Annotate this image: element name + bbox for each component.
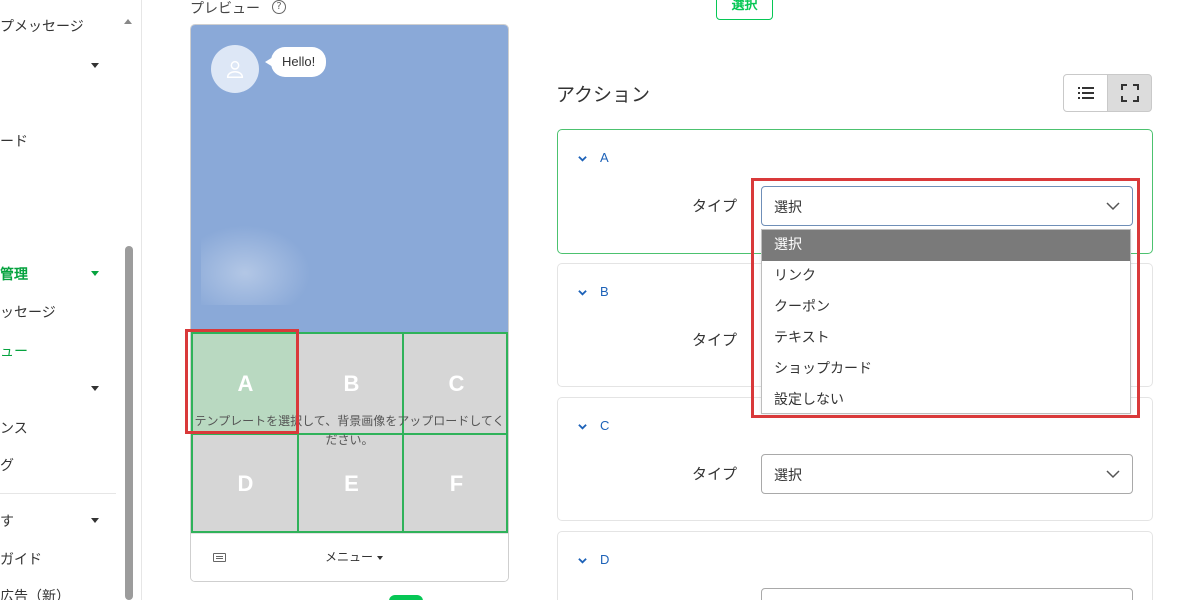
menu-toggle[interactable]: メニュー: [325, 548, 373, 565]
card-letter: A: [600, 150, 609, 165]
card-letter: C: [600, 418, 610, 433]
user-icon: [226, 60, 244, 78]
avatar: [211, 45, 259, 93]
list-icon: [1077, 87, 1094, 99]
collapse-up-icon[interactable]: [124, 19, 132, 24]
expand-view-button[interactable]: [1107, 74, 1152, 112]
sidebar-item-log[interactable]: グ: [0, 455, 14, 475]
toggle-switch[interactable]: [389, 595, 423, 600]
chevron-down-icon[interactable]: [91, 386, 99, 391]
chevron-down-icon[interactable]: [578, 556, 587, 565]
sidebar-item-response[interactable]: ンス: [0, 418, 28, 438]
menu-bar: メニュー: [191, 533, 508, 581]
sidebar-item-management[interactable]: 管理: [0, 264, 28, 284]
chevron-down-icon[interactable]: [578, 288, 587, 297]
chevron-down-icon[interactable]: [91, 63, 99, 68]
preview-background: Hello!: [191, 25, 508, 335]
chevron-down-icon[interactable]: [91, 271, 99, 276]
select-value: 選択: [774, 468, 802, 484]
chat-bubble: Hello!: [264, 47, 327, 77]
card-letter: D: [600, 552, 610, 567]
select-template-button[interactable]: 選択: [716, 0, 773, 20]
highlight-cell-a: [185, 329, 299, 434]
card-letter: B: [600, 284, 609, 299]
sidebar-item-card[interactable]: ード: [0, 131, 28, 151]
sidebar-item-ads[interactable]: 広告（新）: [0, 586, 70, 600]
keyboard-icon[interactable]: [213, 553, 226, 562]
chevron-down-icon[interactable]: [91, 518, 99, 523]
cloud-decoration: [201, 225, 311, 305]
type-label: タイプ: [692, 197, 738, 215]
chevron-down-icon[interactable]: [377, 556, 383, 560]
highlight-dropdown: [751, 178, 1140, 418]
sidebar-item-misc[interactable]: す: [0, 511, 14, 531]
sidebar-item-menu[interactable]: ュー: [0, 341, 28, 361]
type-select-d[interactable]: 選択: [761, 588, 1133, 600]
chevron-down-icon[interactable]: [578, 154, 587, 163]
preview-label: プレビュー: [190, 1, 260, 17]
expand-icon: [1120, 84, 1139, 102]
sidebar-item-message[interactable]: プメッセージ: [0, 16, 84, 36]
phone-preview: Hello! A B C D E F テンプレートを選択して、背景画像をアップロ…: [190, 24, 509, 582]
sidebar-divider: [0, 493, 116, 494]
type-label: タイプ: [692, 465, 738, 483]
chevron-down-icon[interactable]: [578, 422, 587, 431]
type-label: タイプ: [692, 331, 738, 349]
list-view-button[interactable]: [1063, 74, 1108, 112]
sidebar: プメッセージ ード 管理 ッセージ ュー ンス グ す ガイド 広告（新）: [0, 0, 142, 600]
type-select-c[interactable]: 選択: [761, 454, 1133, 494]
help-icon[interactable]: ?: [272, 0, 286, 14]
sidebar-scrollbar[interactable]: [125, 246, 133, 600]
sidebar-item-guide[interactable]: ガイド: [0, 549, 42, 569]
actions-title: アクション: [556, 84, 651, 106]
action-card-d: D タイプ 選択: [557, 531, 1153, 600]
sidebar-item-message-2[interactable]: ッセージ: [0, 302, 56, 322]
chevron-down-icon: [1106, 470, 1120, 479]
